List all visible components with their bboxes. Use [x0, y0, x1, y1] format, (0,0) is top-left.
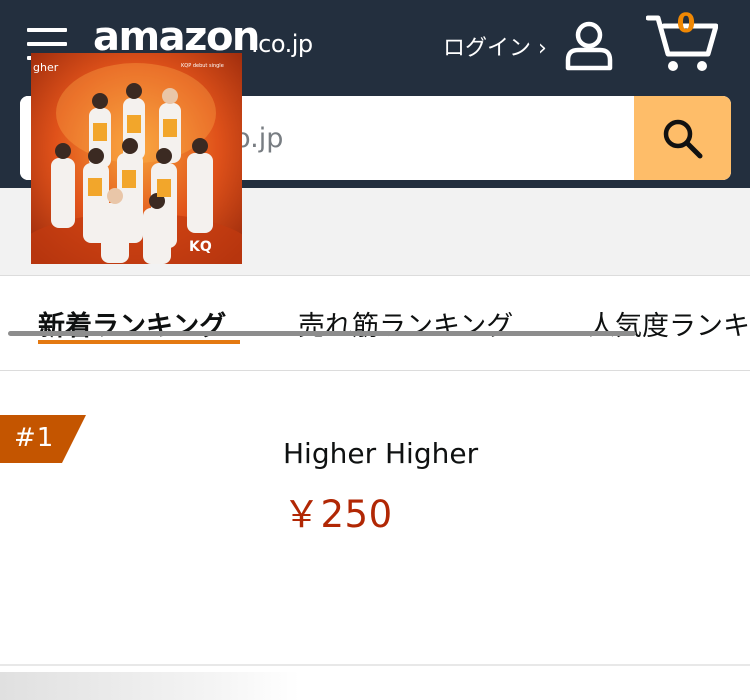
- menu-line: [27, 28, 67, 32]
- menu-line: [27, 42, 67, 46]
- cover-tagline-text: KQP debut single: [181, 63, 224, 69]
- horizontal-scrollbar[interactable]: [8, 331, 636, 336]
- search-submit-button[interactable]: [634, 96, 731, 180]
- product-title[interactable]: Higher Higher: [283, 437, 478, 470]
- tab-bestseller-ranking[interactable]: 売れ筋ランキング: [298, 304, 513, 343]
- active-tab-indicator: [38, 340, 240, 344]
- album-cover-art: gher KQP debut single KQ: [31, 53, 242, 264]
- cover-title-text: gher: [33, 61, 59, 74]
- login-link[interactable]: ログイン ›: [443, 30, 547, 62]
- product-price: ￥250: [283, 493, 393, 536]
- cover-logo-text: KQ: [189, 239, 212, 255]
- cart-item-count: 0: [676, 8, 696, 39]
- logo-domain-suffix: .co.jp: [251, 30, 313, 58]
- album-cover-image[interactable]: gher KQP debut single KQ: [31, 53, 242, 264]
- tab-popularity-ranking[interactable]: 人気度ランキング: [588, 304, 750, 343]
- item-divider: [0, 664, 750, 666]
- magnifier-search-icon: [663, 119, 703, 159]
- tab-new-ranking[interactable]: 新着ランキング: [38, 304, 226, 343]
- rank-badge: #1: [0, 415, 86, 463]
- next-list-item-peek: [0, 672, 300, 700]
- rank-number: #1: [14, 423, 55, 453]
- ranking-tabs: 新着ランキング 売れ筋ランキング 人気度ランキング: [0, 277, 750, 371]
- account-user-icon[interactable]: [564, 20, 614, 72]
